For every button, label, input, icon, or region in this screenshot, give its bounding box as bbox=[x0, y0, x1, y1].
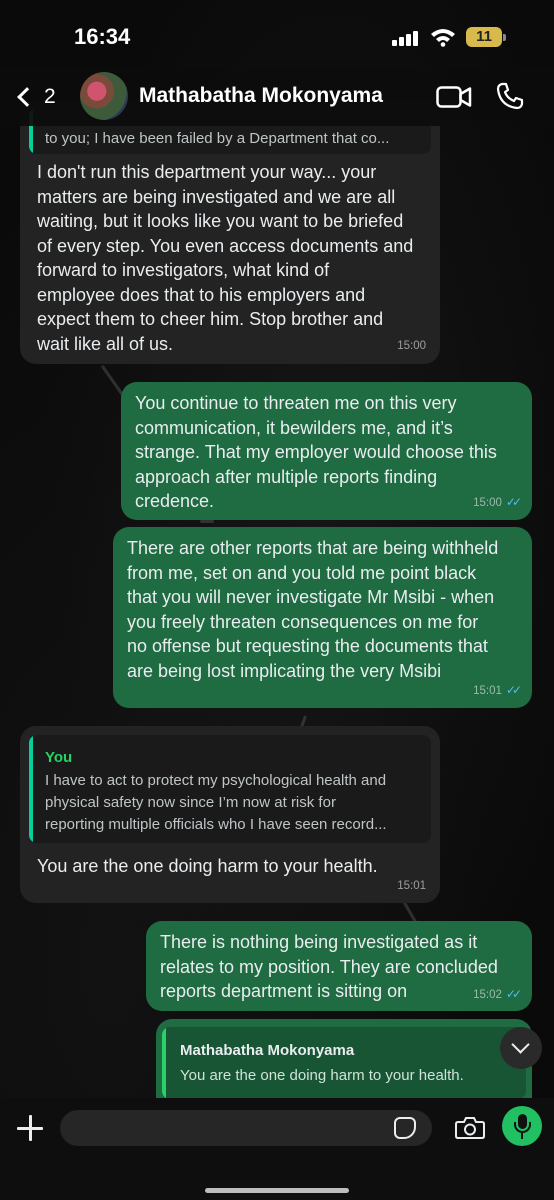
video-call-button[interactable] bbox=[436, 84, 472, 108]
unread-count: 2 bbox=[44, 85, 56, 108]
quoted-message[interactable]: Mathabatha Mokonyama You are the one doi… bbox=[162, 1027, 526, 1099]
read-receipt-icon: ✓✓ bbox=[505, 494, 522, 509]
message-text: You are the one doing harm to your healt… bbox=[37, 856, 378, 876]
message-time: 15:00 ✓✓ bbox=[473, 490, 522, 516]
message-time: 15:02 ✓✓ bbox=[473, 982, 522, 1008]
quoted-message[interactable]: You I have to act to protect my psycholo… bbox=[29, 735, 431, 843]
phone-icon bbox=[496, 82, 524, 110]
battery-icon: 11 bbox=[466, 27, 506, 47]
status-bar: 16:34 11 bbox=[0, 0, 554, 70]
scroll-to-bottom-button[interactable] bbox=[500, 1027, 542, 1069]
message-bubble-outgoing[interactable]: There is nothing being investigated as i… bbox=[146, 921, 532, 1011]
camera-icon bbox=[455, 1117, 485, 1139]
wifi-icon bbox=[431, 29, 455, 47]
read-receipt-icon: ✓✓ bbox=[505, 682, 522, 697]
quote-text: You are the one doing harm to your healt… bbox=[180, 1067, 464, 1084]
quote-accent-bar bbox=[162, 1027, 166, 1099]
time-label: 15:01 bbox=[397, 879, 426, 892]
quote-accent-bar bbox=[29, 735, 33, 843]
time-label: 15:02 bbox=[473, 988, 502, 1001]
chevron-left-icon bbox=[17, 87, 37, 107]
cellular-signal-icon bbox=[392, 30, 418, 46]
time-label: 15:00 bbox=[473, 496, 502, 509]
time-label: 15:01 bbox=[473, 684, 502, 697]
chevron-down-icon bbox=[511, 1035, 530, 1054]
message-text: You continue to threaten me on this very… bbox=[135, 393, 497, 511]
time-label: 15:00 bbox=[397, 339, 426, 352]
quote-text: to you; I have been failed by a Departme… bbox=[45, 130, 390, 147]
message-time: 15:00 bbox=[397, 334, 426, 359]
camera-button[interactable] bbox=[455, 1116, 485, 1140]
chat-header: 2 Mathabatha Mokonyama bbox=[0, 68, 554, 126]
message-time: 15:01 ✓✓ bbox=[473, 678, 522, 704]
message-bubble-outgoing[interactable]: There are other reports that are being w… bbox=[113, 527, 532, 708]
attach-plus-icon[interactable] bbox=[16, 1114, 44, 1142]
quote-author: Mathabatha Mokonyama bbox=[180, 1042, 355, 1059]
read-receipt-icon: ✓✓ bbox=[505, 986, 522, 1001]
message-composer bbox=[0, 1098, 554, 1200]
voice-message-button[interactable] bbox=[502, 1106, 542, 1146]
message-text: I don't run this department your way... … bbox=[37, 162, 414, 354]
message-input[interactable] bbox=[60, 1110, 432, 1146]
home-indicator bbox=[205, 1188, 349, 1193]
avatar[interactable] bbox=[80, 72, 128, 120]
message-text: There are other reports that are being w… bbox=[127, 538, 499, 681]
message-bubble-incoming[interactable]: You I have to act to protect my psycholo… bbox=[20, 726, 440, 903]
message-bubble-incoming[interactable]: to you; I have been failed by a Departme… bbox=[20, 100, 440, 364]
quote-author: You bbox=[45, 749, 73, 766]
voice-call-button[interactable] bbox=[496, 82, 524, 110]
video-camera-icon bbox=[436, 86, 472, 108]
message-bubble-outgoing[interactable]: You continue to threaten me on this very… bbox=[121, 382, 532, 520]
status-time: 16:34 bbox=[74, 24, 131, 49]
message-time: 15:01 bbox=[397, 874, 426, 899]
back-button[interactable]: 2 bbox=[14, 82, 56, 112]
contact-name[interactable]: Mathabatha Mokonyama bbox=[139, 84, 383, 108]
quote-text: I have to act to protect my psychologica… bbox=[45, 772, 387, 833]
